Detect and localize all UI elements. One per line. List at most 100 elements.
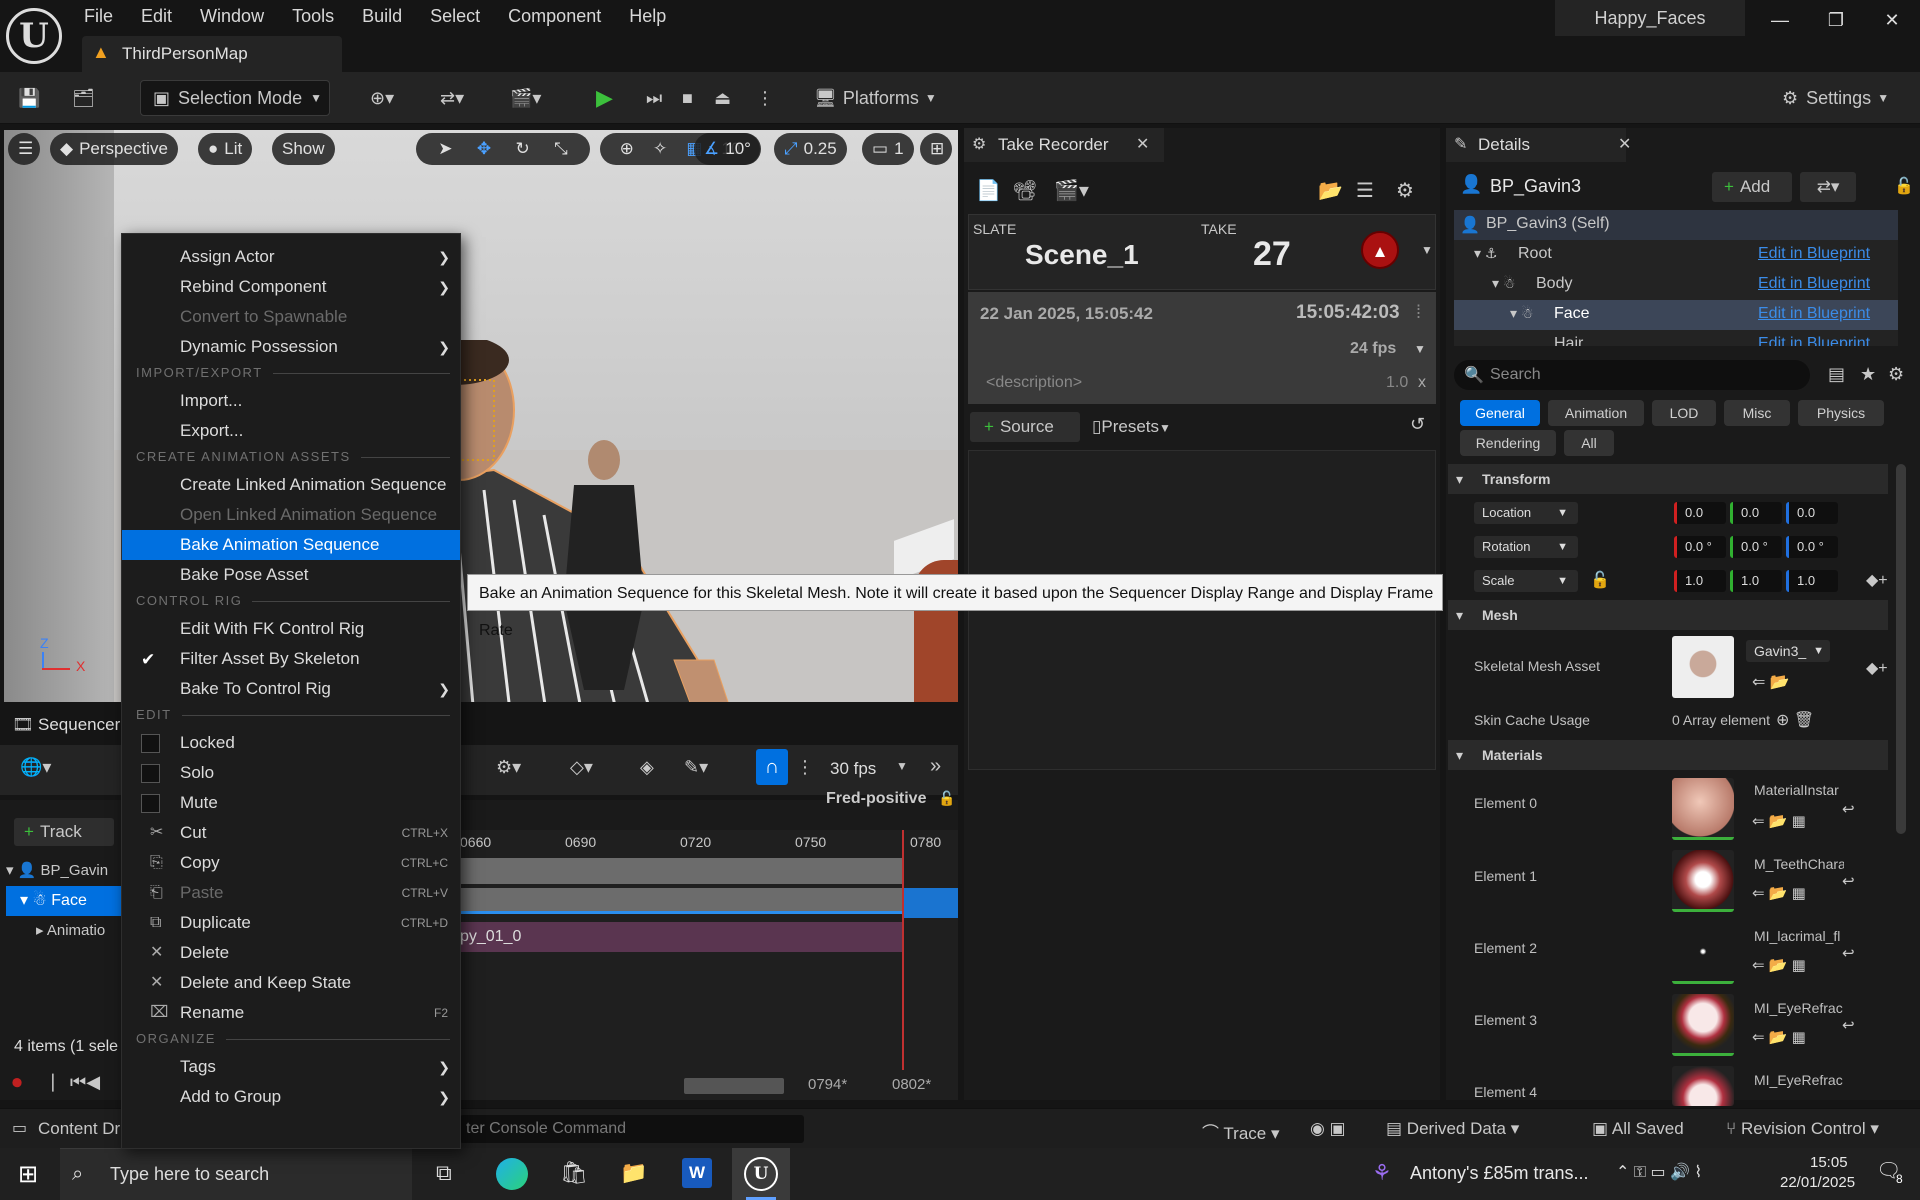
expand-icon[interactable]: » [930, 755, 941, 778]
surface-snap-icon[interactable]: ✧ [653, 139, 667, 159]
map-tab[interactable]: ▲ ThirdPersonMap [82, 36, 342, 72]
record-icon[interactable]: ⏺ [12, 1072, 22, 1095]
blueprint-icon[interactable]: ⇄▾ [440, 80, 464, 116]
camera-speed[interactable]: ▭ 1 [862, 133, 914, 165]
rotation-x[interactable]: 0.0 ° [1674, 536, 1726, 558]
rotation-y[interactable]: 0.0 ° [1730, 536, 1782, 558]
tree-row-face[interactable]: ▾ ☃ Face Edit in Blueprint [1454, 300, 1898, 330]
material-name[interactable]: M_TeethChara [1754, 856, 1844, 872]
menu-item-mute[interactable]: Mute [122, 788, 460, 818]
scale-icon[interactable]: ⤡ [554, 139, 568, 159]
location-z[interactable]: 0.0 [1786, 502, 1838, 524]
tree-row-hair[interactable]: Hair Edit in Blueprint [1454, 330, 1898, 346]
scale-dropdown[interactable]: Scale ▼ [1474, 570, 1578, 592]
rotate-icon[interactable]: ↻ [516, 139, 530, 159]
playback-controls[interactable]: ⎸⏮◀ [52, 1072, 100, 1093]
edit-icon[interactable]: ✎▾ [684, 757, 708, 778]
scale-snap[interactable]: ⤢ 0.25 [774, 133, 847, 165]
description-field[interactable]: <description> [986, 374, 1082, 392]
settings-button[interactable]: ⚙ Settings ▼ [1782, 80, 1889, 116]
viewport-menu-icon[interactable]: ☰ [8, 133, 40, 165]
restore-icon[interactable]: ❐ [1808, 0, 1864, 40]
filter-lod[interactable]: LOD [1652, 400, 1716, 426]
cinematics-icon[interactable]: 🎬▾ [510, 80, 541, 116]
details-scrollbar[interactable] [1896, 464, 1906, 834]
material-thumbnail[interactable] [1672, 1066, 1734, 1106]
news-headline[interactable]: Antony's £85m trans... [1410, 1163, 1589, 1184]
clock-date[interactable]: 22/01/2025 [1780, 1174, 1855, 1191]
menu-item-bake-to-control-rig[interactable]: Bake To Control Rig ❯ [122, 674, 460, 704]
table-view-icon[interactable]: ▤ [1828, 364, 1845, 385]
scale-y[interactable]: 1.0 [1730, 570, 1782, 592]
mesh-thumbnail[interactable] [1672, 636, 1734, 698]
move-icon[interactable]: ✥ [477, 139, 491, 159]
menu-item-rename[interactable]: ⌧ Rename F2 [122, 998, 460, 1028]
add-element-icon[interactable]: ⊕ 🗑 [1776, 710, 1814, 730]
menu-item-create-linked-animation-sequence[interactable]: Create Linked Animation Sequence [122, 470, 460, 500]
perspective-button[interactable]: ◆ Perspective [50, 133, 178, 165]
menu-item-delete-and-keep-state[interactable]: ✕ Delete and Keep State [122, 968, 460, 998]
clock-time[interactable]: 15:05 [1810, 1154, 1848, 1171]
material-name[interactable]: MI_EyeRefrac [1754, 1000, 1844, 1016]
blueprint-options-icon[interactable]: ⇄▾ [1800, 172, 1856, 202]
reset-icon[interactable]: ↩ [1842, 944, 1855, 962]
menu-item-bake-pose-asset[interactable]: Bake Pose Asset [122, 560, 460, 590]
reset-icon[interactable]: ↩ [1842, 1016, 1855, 1034]
minimize-icon[interactable]: — [1752, 0, 1808, 40]
gear-icon[interactable]: ⚙ [1396, 178, 1414, 203]
star-icon[interactable]: ★ [1860, 364, 1876, 385]
scale-z[interactable]: 1.0 [1786, 570, 1838, 592]
menu-help[interactable]: Help [629, 1, 666, 31]
fps-dropdown[interactable]: 24 fps [1350, 340, 1396, 358]
world-icon[interactable]: 🌐▾ [20, 757, 51, 778]
menu-item-export[interactable]: Export... [122, 416, 460, 446]
save-icon[interactable]: 💾 [18, 80, 48, 116]
menu-item-solo[interactable]: Solo [122, 758, 460, 788]
lock-icon[interactable]: 🔓 [1590, 570, 1610, 590]
review-icon[interactable]: 📽 [1012, 178, 1037, 203]
menu-item-import[interactable]: Import... [122, 386, 460, 416]
mesh-asset-dropdown[interactable]: Gavin3_ ▼ [1746, 640, 1830, 662]
stop-icon[interactable]: ■ [682, 80, 693, 116]
angle-snap[interactable]: ∡ 10° [694, 133, 761, 165]
take-value[interactable]: 27 [1253, 235, 1291, 274]
selection-mode-dropdown[interactable]: ▣ Selection Mode ▼ [140, 80, 330, 116]
menu-item-delete[interactable]: ✕ Delete [122, 938, 460, 968]
menu-item-assign-actor[interactable]: Assign Actor ❯ [122, 242, 460, 272]
auto-key-icon[interactable]: ◈ [640, 757, 654, 778]
checkbox[interactable] [141, 794, 160, 813]
menu-item-bake-animation-sequence[interactable]: Bake Animation Sequence [122, 530, 460, 560]
menu-item-edit-with-fk-control-rig[interactable]: Edit With FK Control Rig [122, 614, 460, 644]
browse-icon[interactable]: 🗂 [72, 80, 102, 116]
close-icon[interactable]: ✕ [1864, 0, 1920, 40]
slate-value[interactable]: Scene_1 [1025, 239, 1139, 271]
menu-item-tags[interactable]: Tags ❯ [122, 1052, 460, 1082]
track-bar[interactable] [460, 858, 902, 884]
browse-icon[interactable]: ⇐ 📂 ▦ [1752, 956, 1806, 974]
tree-icon[interactable]: ☰ [1356, 178, 1374, 203]
rotation-dropdown[interactable]: Rotation ▼ [1474, 536, 1578, 558]
filter-physics[interactable]: Physics [1798, 400, 1884, 426]
transform-key-icon[interactable]: ⚙▾ [496, 757, 521, 778]
menu-item-filter-asset-by-skeleton[interactable]: ✔ Filter Asset By Skeleton [122, 644, 460, 674]
word-icon[interactable]: W [682, 1158, 712, 1188]
edit-in-blueprint-link[interactable]: Edit in Blueprint [1758, 275, 1870, 293]
folder-icon[interactable]: 📂 [1318, 178, 1343, 203]
menu-build[interactable]: Build [362, 1, 402, 31]
select-icon[interactable]: ➤ [438, 139, 452, 159]
menu-item-duplicate[interactable]: ⧉ Duplicate CTRL+D [122, 908, 460, 938]
checkbox[interactable] [141, 734, 160, 753]
location-y[interactable]: 0.0 [1730, 502, 1782, 524]
chevron-down-icon[interactable]: ▼ [1421, 243, 1433, 257]
store-icon[interactable]: 🛍 [560, 1160, 588, 1186]
menu-item-cut[interactable]: ✂ Cut CTRL+X [122, 818, 460, 848]
filter-all[interactable]: All [1564, 430, 1614, 456]
save-status[interactable]: ▣ All Saved [1592, 1119, 1684, 1139]
lock-icon[interactable]: 🔓 [1894, 176, 1914, 196]
world-icon[interactable]: ⊕ [620, 139, 634, 159]
checkbox[interactable] [141, 764, 160, 783]
unreal-logo-icon[interactable]: U [6, 8, 62, 64]
add-source-button[interactable]: + Source [970, 412, 1080, 442]
reset-icon[interactable]: ↩ [1842, 800, 1855, 818]
console-input[interactable]: ter Console Command [460, 1115, 804, 1143]
